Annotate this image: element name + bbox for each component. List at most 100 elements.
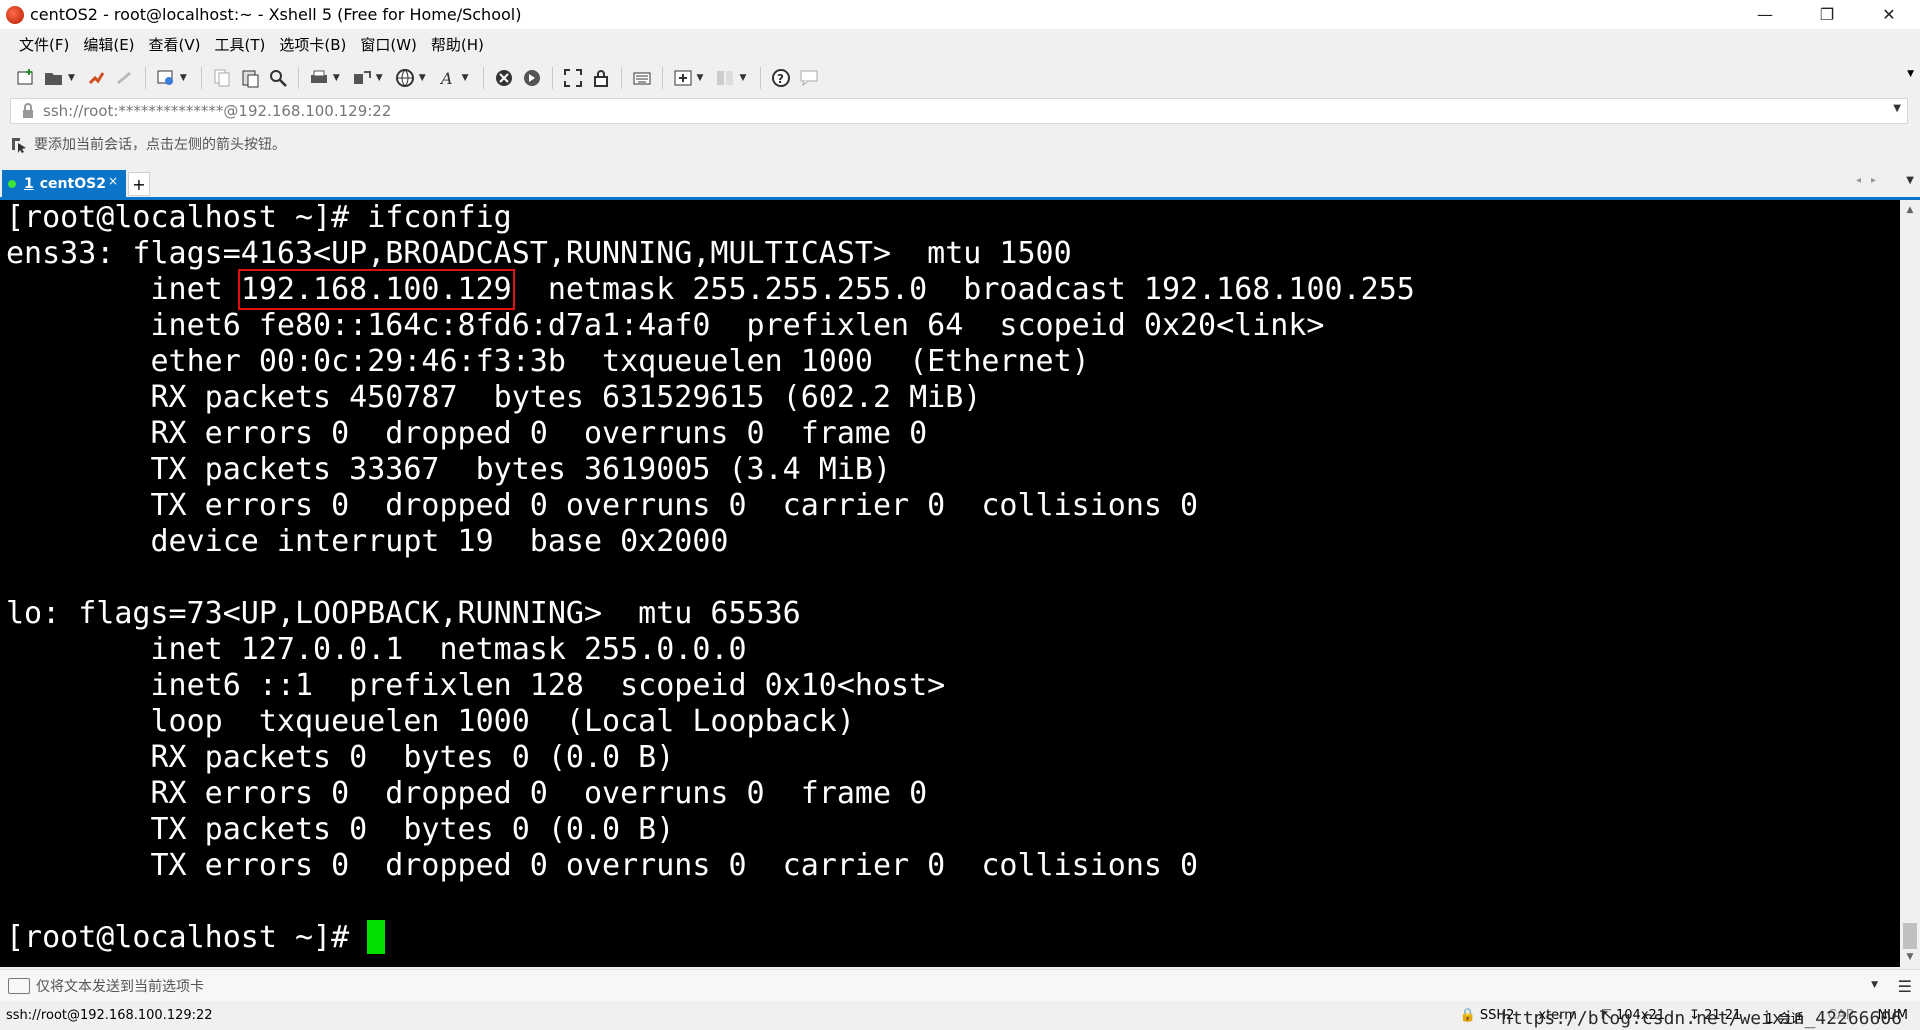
- new-tab-icon[interactable]: [671, 66, 695, 90]
- paste-icon[interactable]: [238, 66, 262, 90]
- new-session-icon[interactable]: [14, 66, 38, 90]
- tab-scroll-arrows[interactable]: ◂▸: [1856, 175, 1886, 186]
- copy-icon[interactable]: [210, 66, 234, 90]
- compose-input[interactable]: 仅将文本发送到当前选项卡: [36, 976, 204, 996]
- session-hint-bar: 要添加当前会话，点击左侧的箭头按钮。: [10, 131, 286, 157]
- transfer-dropdown-icon[interactable]: ▼: [376, 73, 383, 83]
- title-bar: centOS2 - root@localhost:~ - Xshell 5 (F…: [0, 0, 1920, 29]
- menu-file[interactable]: 文件(F): [12, 34, 76, 55]
- font-dropdown-icon[interactable]: ▼: [462, 73, 469, 83]
- disconnect-icon[interactable]: [113, 66, 137, 90]
- terminal-line: RX errors 0 dropped 0 overruns 0 frame 0: [6, 776, 928, 811]
- properties-dropdown-icon[interactable]: ▼: [180, 73, 187, 83]
- fullscreen-icon[interactable]: [561, 66, 585, 90]
- scroll-up-icon[interactable]: ▲: [1900, 202, 1920, 218]
- address-input[interactable]: ssh://root:**************@192.168.100.12…: [43, 102, 391, 120]
- globe-dropdown-icon[interactable]: ▼: [419, 73, 426, 83]
- terminal-line: device interrupt 19 base 0x2000: [6, 524, 729, 559]
- toolbar-separator: [144, 67, 146, 89]
- tab-centos2[interactable]: 1 centOS2 ×: [2, 170, 126, 197]
- transfer-icon[interactable]: [350, 66, 374, 90]
- add-tab-button[interactable]: +: [128, 172, 150, 196]
- menu-view[interactable]: 查看(V): [142, 34, 208, 55]
- svg-text:A: A: [439, 69, 453, 88]
- new-tab-dropdown-icon[interactable]: ▼: [697, 73, 704, 83]
- address-bar[interactable]: ssh://root:**************@192.168.100.12…: [10, 98, 1908, 124]
- help-icon[interactable]: ?: [769, 66, 793, 90]
- tab-close-icon[interactable]: ×: [108, 174, 118, 188]
- minimize-button[interactable]: —: [1734, 0, 1796, 29]
- terminal-line: inet6 fe80::164c:8fd6:d7a1:4af0 prefixle…: [6, 308, 1325, 343]
- terminal-line: TX packets 33367 bytes 3619005 (3.4 MiB): [6, 452, 892, 487]
- toolbar: ▼ ▼ ▼ ▼ ▼ A ▼ ▼ ▼ ? ▼: [0, 59, 1920, 97]
- menu-tabs[interactable]: 选项卡(B): [272, 34, 353, 55]
- globe-icon[interactable]: [393, 66, 417, 90]
- terminal-line: lo: flags=73<UP,LOOPBACK,RUNNING> mtu 65…: [6, 596, 801, 631]
- close-button[interactable]: ✕: [1858, 0, 1920, 29]
- terminal-line: RX errors 0 dropped 0 overruns 0 frame 0: [6, 416, 928, 451]
- terminal-line: RX packets 0 bytes 0 (0.0 B): [6, 740, 675, 775]
- open-folder-icon[interactable]: [42, 66, 66, 90]
- terminal-line-inet: inet 192.168.100.129 netmask 255.255.255…: [6, 269, 1415, 310]
- scrollbar-thumb[interactable]: [1903, 923, 1917, 949]
- terminal-line: TX errors 0 dropped 0 overruns 0 carrier…: [6, 848, 1199, 883]
- address-dropdown-icon[interactable]: ▼: [1893, 103, 1901, 114]
- toolbar-separator: [551, 67, 553, 89]
- menu-tools[interactable]: 工具(T): [208, 34, 273, 55]
- toolbar-overflow-icon[interactable]: ▼: [1907, 69, 1914, 79]
- toolbar-separator: [482, 67, 484, 89]
- terminal-screen[interactable]: [root@localhost ~]# ifconfig ens33: flag…: [0, 200, 1900, 967]
- terminal-line: TX errors 0 dropped 0 overruns 0 carrier…: [6, 488, 1199, 523]
- lock-icon: [23, 103, 33, 118]
- hint-text: 要添加当前会话，点击左侧的箭头按钮。: [34, 137, 286, 153]
- terminal-line: inet6 ::1 prefixlen 128 scopeid 0x10<hos…: [6, 668, 946, 703]
- chat-icon[interactable]: [797, 66, 821, 90]
- menu-edit[interactable]: 编辑(E): [76, 34, 141, 55]
- find-icon[interactable]: [266, 66, 290, 90]
- print-icon[interactable]: [307, 66, 331, 90]
- compose-keyboard-icon: [8, 977, 30, 994]
- toolbar-separator: [297, 67, 299, 89]
- window-controls: — ❐ ✕: [1734, 0, 1920, 29]
- connected-status-icon: [8, 179, 16, 188]
- terminal-line: inet 127.0.0.1 netmask 255.0.0.0: [6, 632, 747, 667]
- xftp-icon[interactable]: [492, 66, 516, 90]
- font-icon[interactable]: A: [436, 66, 460, 90]
- terminal-line: TX packets 0 bytes 0 (0.0 B): [6, 812, 675, 847]
- terminal-line: ether 00:0c:29:46:f3:3b txqueuelen 1000 …: [6, 344, 1090, 379]
- terminal-scrollbar[interactable]: ▲ ▼: [1900, 200, 1920, 967]
- xshell-logo-icon: [6, 5, 24, 24]
- terminal-line: ens33: flags=4163<UP,BROADCAST,RUNNING,M…: [6, 236, 1072, 271]
- highlighted-ip-address: 192.168.100.129: [237, 269, 515, 310]
- restore-button[interactable]: ❐: [1796, 0, 1858, 29]
- compose-menu-icon[interactable]: ☰: [1898, 977, 1912, 996]
- terminal-line: loop txqueuelen 1000 (Local Loopback): [6, 704, 855, 739]
- scroll-down-icon[interactable]: ▼: [1900, 949, 1920, 965]
- menu-window[interactable]: 窗口(W): [353, 34, 424, 55]
- add-session-arrow-icon[interactable]: [10, 135, 28, 153]
- open-dropdown-icon[interactable]: ▼: [68, 73, 75, 83]
- tab-label: centOS2: [39, 175, 106, 192]
- toolbar-separator: [760, 67, 762, 89]
- properties-icon[interactable]: [154, 66, 178, 90]
- compose-dropdown-icon[interactable]: ▼: [1871, 980, 1878, 990]
- toolbar-separator: [200, 67, 202, 89]
- print-dropdown-icon[interactable]: ▼: [333, 73, 340, 83]
- menu-help[interactable]: 帮助(H): [424, 34, 491, 55]
- compose-bar[interactable]: 仅将文本发送到当前选项卡 ▼ ☰: [0, 969, 1920, 1001]
- terminal-cursor: [367, 920, 386, 954]
- inet-prefix: inet: [6, 272, 241, 307]
- script-icon[interactable]: [520, 66, 544, 90]
- layout-icon[interactable]: [713, 66, 737, 90]
- layout-dropdown-icon[interactable]: ▼: [739, 73, 746, 83]
- keyboard-icon[interactable]: [630, 66, 654, 90]
- shell-prompt: [root@localhost ~]#: [6, 920, 368, 955]
- tab-menu-dropdown-icon[interactable]: ▼: [1906, 175, 1914, 186]
- inet-netmask-broadcast: netmask 255.255.255.0 broadcast 192.168.…: [511, 272, 1415, 307]
- lock-icon[interactable]: [589, 66, 613, 90]
- terminal-prompt-line: [root@localhost ~]#: [6, 920, 386, 956]
- tab-number: 1: [24, 175, 34, 192]
- reconnect-icon[interactable]: [85, 66, 109, 90]
- status-connection: ssh://root@192.168.100.129:22: [6, 1008, 213, 1023]
- window-title: centOS2 - root@localhost:~ - Xshell 5 (F…: [30, 5, 522, 24]
